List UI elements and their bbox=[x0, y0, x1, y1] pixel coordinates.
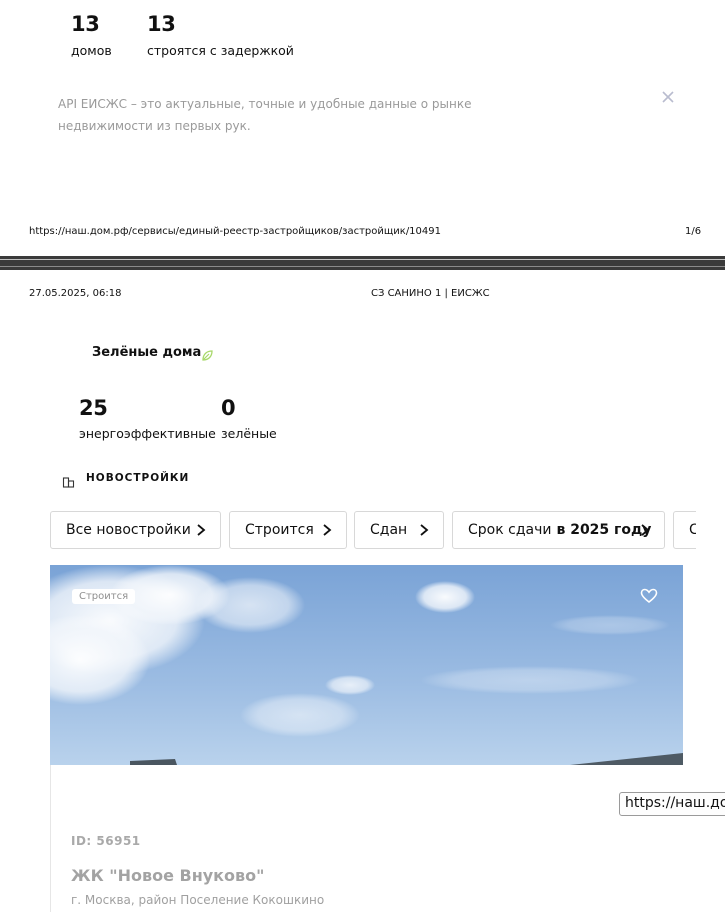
filter-bar: Все новостройки Строится Сдан Срок сдачи… bbox=[50, 511, 696, 551]
page-separator-line bbox=[0, 266, 725, 267]
green-houses-title: Зелёные дома bbox=[92, 345, 202, 360]
api-promo-text: API ЕИСЖС – это актуальные, точные и удо… bbox=[58, 97, 472, 133]
close-icon[interactable] bbox=[660, 89, 676, 105]
stat-energy-value: 25 bbox=[79, 396, 108, 420]
filter-building[interactable]: Строится bbox=[229, 511, 347, 549]
filter-all[interactable]: Все новостройки bbox=[50, 511, 221, 549]
filter-done[interactable]: Сдан bbox=[354, 511, 444, 549]
stat-delayed-label: строятся с задержкой bbox=[147, 43, 294, 58]
filter-label: Сдан bbox=[370, 522, 408, 538]
page-number: 1/6 bbox=[685, 226, 702, 237]
chevron-right-icon bbox=[323, 524, 332, 536]
filter-deadline[interactable]: Срок сдачи в 2025 году bbox=[452, 511, 665, 549]
stat-green-label: зелёные bbox=[221, 426, 277, 441]
filter-label: Все новостройки bbox=[66, 522, 191, 538]
filter-label: Срок сдачи bbox=[468, 522, 552, 538]
filter-label: С bbox=[689, 522, 696, 538]
page-separator-line bbox=[0, 259, 725, 260]
project-id: ID: 56951 bbox=[71, 834, 141, 848]
novostroyki-heading: НОВОСТРОЙКИ bbox=[86, 472, 190, 484]
chevron-right-icon bbox=[641, 524, 650, 536]
print-datetime: 27.05.2025, 06:18 bbox=[29, 288, 122, 299]
filter-label: Строится bbox=[245, 522, 314, 538]
footer-url: https://наш.дом.рф/сервисы/единый-реестр… bbox=[29, 226, 441, 237]
status-badge: Строится bbox=[72, 589, 136, 604]
print-page-title: СЗ САНИНО 1 | ЕИСЖС bbox=[371, 288, 490, 299]
chevron-right-icon bbox=[197, 524, 206, 536]
card-border bbox=[50, 765, 51, 912]
stat-delayed-value: 13 bbox=[147, 12, 176, 36]
leaf-icon bbox=[201, 347, 214, 361]
stat-green-value: 0 bbox=[221, 396, 236, 420]
project-address: г. Москва, район Поселение Кокошкино bbox=[71, 893, 325, 907]
stat-energy-label: энергоэффективные bbox=[79, 426, 216, 441]
project-name[interactable]: ЖК "Новое Внуково" bbox=[71, 866, 264, 885]
stat-houses-label: домов bbox=[71, 43, 112, 58]
project-photo bbox=[50, 565, 683, 765]
project-card[interactable]: Строится ID: 56951 ЖК "Новое Внуково" г.… bbox=[50, 565, 683, 912]
stat-houses-value: 13 bbox=[71, 12, 100, 36]
url-tooltip: https://наш.дом bbox=[619, 792, 725, 816]
chevron-right-icon bbox=[420, 524, 429, 536]
filter-more[interactable]: С bbox=[673, 511, 696, 549]
building-icon bbox=[62, 473, 75, 488]
heart-icon[interactable] bbox=[639, 586, 659, 606]
